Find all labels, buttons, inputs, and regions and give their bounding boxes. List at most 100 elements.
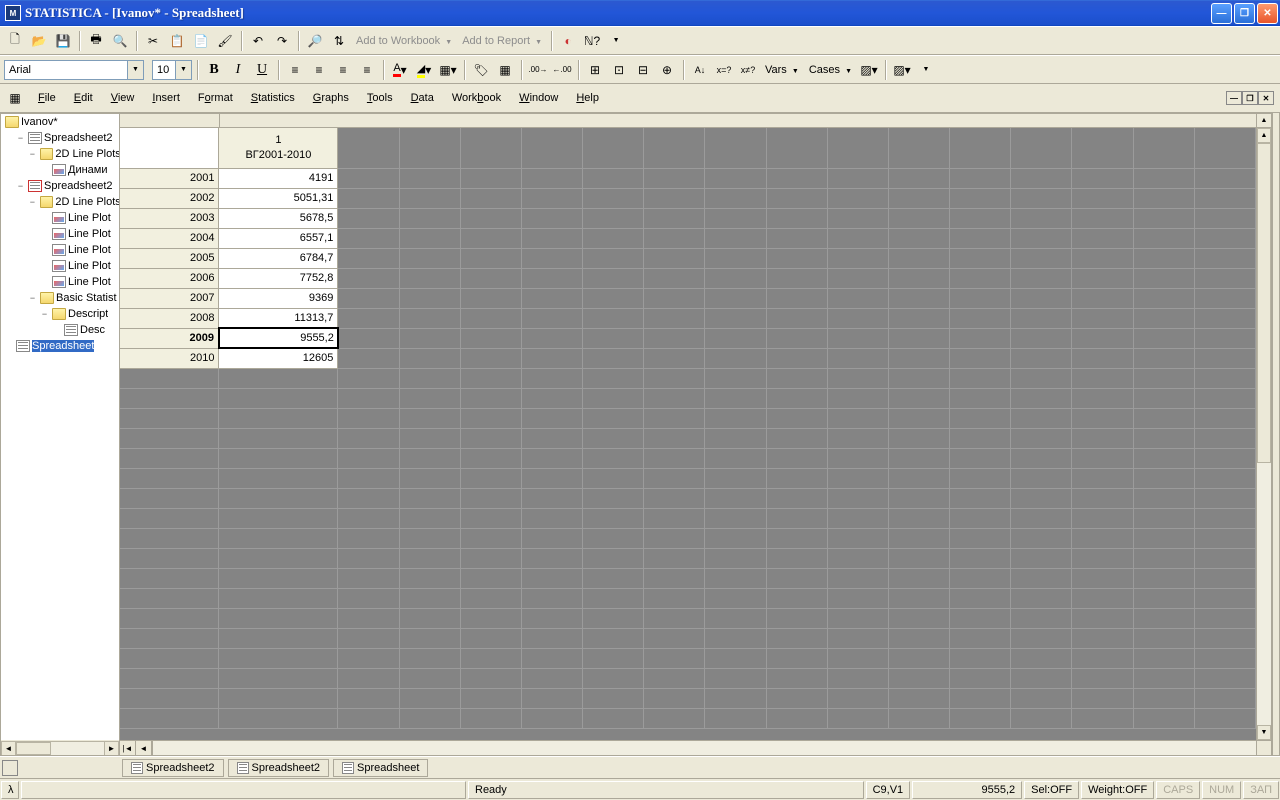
arrow-right-icon[interactable]: ► (104, 741, 119, 756)
close-button[interactable]: ✕ (1257, 3, 1278, 24)
menu-file[interactable]: File (30, 89, 64, 107)
italic-button[interactable]: I (227, 59, 249, 81)
menu-format[interactable]: Format (190, 89, 241, 107)
underline-button[interactable]: U (251, 59, 273, 81)
font-selector[interactable]: Arial (4, 60, 144, 80)
scroll-split-icon[interactable]: ▲ (1256, 114, 1271, 127)
maximize-button[interactable]: ❐ (1234, 3, 1255, 24)
undo-icon[interactable]: ↶ (247, 30, 269, 52)
cell[interactable]: 5678,5 (219, 208, 338, 228)
menu-workbook[interactable]: Workbook (444, 89, 509, 107)
misc1-icon[interactable]: ⊞ (584, 59, 606, 81)
align-right-icon[interactable]: ≡ (332, 59, 354, 81)
cell[interactable]: 7752,8 (219, 268, 338, 288)
menu-edit[interactable]: Edit (66, 89, 101, 107)
tree-item[interactable]: −2D Line Plots (1, 146, 119, 162)
scroll-up-icon[interactable]: ▲ (1257, 128, 1271, 143)
preview-icon[interactable]: 🔍 (109, 30, 131, 52)
tab-spreadsheet2b[interactable]: Spreadsheet2 (228, 759, 330, 777)
cut-icon[interactable]: ✂ (142, 30, 164, 52)
row-header[interactable]: 2006 (120, 268, 219, 288)
align-justify-icon[interactable]: ≡ (356, 59, 378, 81)
menu-insert[interactable]: Insert (144, 89, 188, 107)
tab-spreadsheet[interactable]: Spreadsheet (333, 759, 428, 777)
tree-item[interactable]: Desc (1, 322, 119, 338)
open-icon[interactable]: 📂 (28, 30, 50, 52)
tree-item[interactable]: −Basic Statist (1, 290, 119, 306)
mdi-close-button[interactable]: ✕ (1258, 91, 1274, 105)
minimize-button[interactable]: — (1211, 3, 1232, 24)
menu-graphs[interactable]: Graphs (305, 89, 357, 107)
misc4-icon[interactable]: ⊕ (656, 59, 678, 81)
find-icon[interactable]: 🔎 (304, 30, 326, 52)
menu-statistics[interactable]: Statistics (243, 89, 303, 107)
tree-item[interactable]: Spreadsheet (1, 338, 119, 354)
cases-button[interactable]: Cases ▼ (805, 64, 856, 76)
column-header[interactable]: 1ВГ2001-2010 (219, 128, 338, 168)
increase-decimal-icon[interactable]: .00→ (527, 59, 549, 81)
paste-icon[interactable]: 📄 (190, 30, 212, 52)
row-header[interactable]: 2009 (120, 328, 219, 348)
new-icon[interactable]: 🗋 (4, 30, 26, 52)
row-header[interactable]: 2007 (120, 288, 219, 308)
scroll-down-icon[interactable]: ▼ (1257, 725, 1271, 740)
row-header[interactable]: 2004 (120, 228, 219, 248)
row-header[interactable]: 2003 (120, 208, 219, 228)
redo-icon[interactable]: ↷ (271, 30, 293, 52)
print-icon[interactable]: 🖶 (85, 30, 107, 52)
cell[interactable]: 9369 (219, 288, 338, 308)
misc3-icon[interactable]: ⊟ (632, 59, 654, 81)
menu-help[interactable]: Help (568, 89, 607, 107)
tab-spreadsheet2[interactable]: Spreadsheet2 (122, 759, 224, 777)
cell[interactable]: 5051,31 (219, 188, 338, 208)
tree-root[interactable]: Ivanov* (1, 114, 119, 130)
align-center-icon[interactable]: ≡ (308, 59, 330, 81)
cell[interactable]: 9555,2 (219, 328, 338, 348)
tree-item[interactable]: Line Plot (1, 242, 119, 258)
menu-data[interactable]: Data (403, 89, 442, 107)
tag-icon[interactable]: 🏷 (470, 59, 492, 81)
nav-prev-icon[interactable]: ◄ (136, 741, 152, 756)
filter1-icon[interactable]: x=? (713, 59, 735, 81)
more-dropdown-icon[interactable]: ▼ (915, 59, 937, 81)
row-header[interactable]: 2002 (120, 188, 219, 208)
mdi-minimize-button[interactable]: — (1226, 91, 1242, 105)
grid-icon[interactable]: ▦ (494, 59, 516, 81)
add-to-report-button[interactable]: Add to Report ▼ (458, 35, 546, 47)
tree-item[interactable]: Динами (1, 162, 119, 178)
tree-item[interactable]: −2D Line Plots (1, 194, 119, 210)
misc2-icon[interactable]: ⊡ (608, 59, 630, 81)
nav-first-icon[interactable]: |◄ (120, 741, 136, 756)
fillcolor-icon[interactable]: ◢▾ (413, 59, 435, 81)
save-icon[interactable]: 💾 (52, 30, 74, 52)
menu-view[interactable]: View (103, 89, 143, 107)
tree-item[interactable]: −Spreadsheet2 (1, 178, 119, 194)
arrow-left-icon[interactable]: ◄ (1, 741, 16, 756)
pattern1-icon[interactable]: ▨▾ (858, 59, 880, 81)
menu-window[interactable]: Window (511, 89, 566, 107)
tree-item[interactable]: −Spreadsheet2 (1, 130, 119, 146)
cell[interactable]: 6784,7 (219, 248, 338, 268)
row-header[interactable]: 2010 (120, 348, 219, 368)
menubar-icon[interactable]: ▦ (4, 87, 26, 109)
tree-item[interactable]: Line Plot (1, 210, 119, 226)
add-to-workbook-button[interactable]: Add to Workbook ▼ (352, 35, 456, 47)
cell[interactable]: 4191 (219, 168, 338, 188)
border-icon[interactable]: ▦▾ (437, 59, 459, 81)
cell[interactable]: 6557,1 (219, 228, 338, 248)
mdi-restore-button[interactable]: ❐ (1242, 91, 1258, 105)
cell[interactable]: 11313,7 (219, 308, 338, 328)
copy-icon[interactable]: 📋 (166, 30, 188, 52)
align-left-icon[interactable]: ≡ (284, 59, 306, 81)
fontcolor-icon[interactable]: A▾ (389, 59, 411, 81)
row-header[interactable]: 2008 (120, 308, 219, 328)
clipboard-icon[interactable]: ◐ (557, 30, 579, 52)
tree-item[interactable]: Line Plot (1, 274, 119, 290)
format-painter-icon[interactable]: 🖌 (214, 30, 236, 52)
row-header[interactable]: 2001 (120, 168, 219, 188)
menu-tools[interactable]: Tools (359, 89, 401, 107)
pattern2-icon[interactable]: ▨▾ (891, 59, 913, 81)
vars-button[interactable]: Vars ▼ (761, 64, 803, 76)
grid-hscroll[interactable]: |◄ ◄ (120, 740, 1271, 755)
help-icon[interactable]: ℕ? (581, 30, 603, 52)
